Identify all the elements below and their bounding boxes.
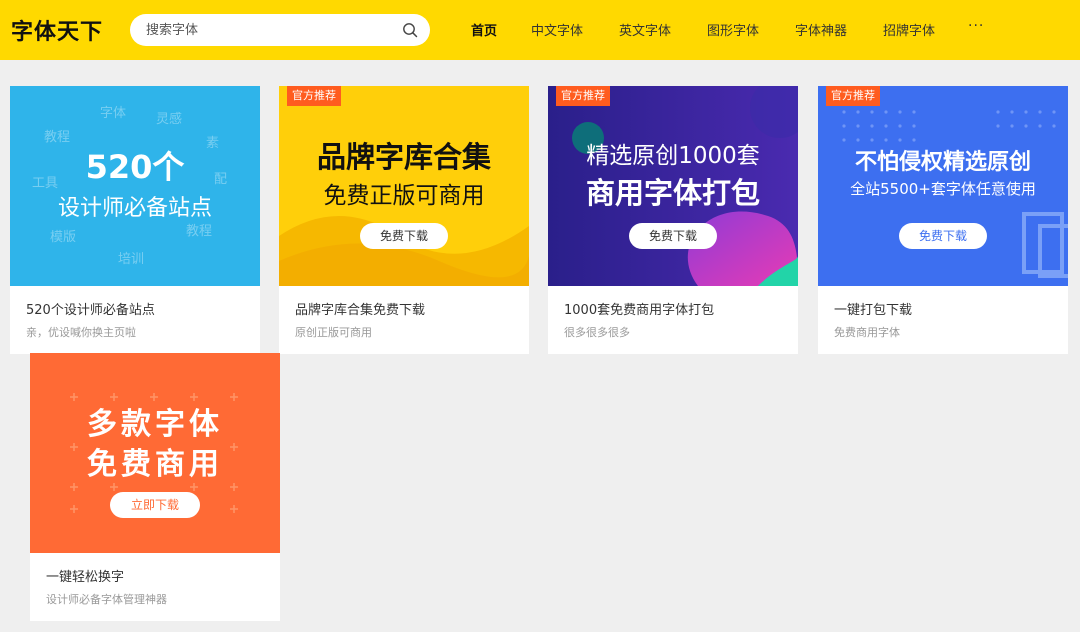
banner-headline: 多款字体 — [87, 407, 223, 442]
banner-headline: 精选原创1000套 — [586, 143, 760, 169]
top-header: 字体天下 首页 中文字体 英文字体 图形字体 字体神器 招牌字体 ··· — [0, 0, 1080, 60]
banner-subline: 免费商用 — [87, 447, 223, 482]
card-commercial-pack[interactable]: 官方推荐 精选原创1000套 商用字体打包 免费下载 1000套免费商用字体打包… — [548, 86, 798, 354]
recommend-badge: 官方推荐 — [556, 86, 610, 106]
nav-item-home[interactable]: 首页 — [471, 20, 497, 39]
card-subtitle: 免费商用字体 — [834, 326, 900, 339]
banner-word: 教程 — [186, 224, 213, 239]
card-title[interactable]: 一键打包下载 — [834, 299, 912, 318]
card-title[interactable]: 一键轻松换字 — [46, 566, 124, 585]
card-title[interactable]: 520个设计师必备站点 — [26, 299, 155, 318]
card-design-sites[interactable]: 字体 灵感 教程 素 工具 配 模版 教程 培训 520个 设计师必备站点 52… — [10, 86, 260, 354]
search-icon[interactable] — [402, 22, 418, 38]
free-download-button[interactable]: 免费下载 — [360, 223, 448, 249]
card-banner: 官方推荐 不怕侵权精选原创 全站5500+套字体任意使用 免费下载 — [818, 86, 1068, 286]
banner-word: 字体 — [100, 106, 127, 121]
card-subtitle: 原创正版可商用 — [295, 326, 372, 339]
recommend-badge: 官方推荐 — [826, 86, 880, 106]
banner-word: 灵感 — [156, 112, 183, 127]
card-banner: 多款字体 免费商用 立即下载 — [30, 353, 280, 553]
banner-subline: 全站5500+套字体任意使用 — [850, 180, 1036, 198]
nav-item-english-fonts[interactable]: 英文字体 — [619, 20, 671, 39]
banner-subline: 商用字体打包 — [585, 176, 760, 210]
more-icon[interactable]: ··· — [968, 18, 984, 34]
site-logo[interactable]: 字体天下 — [11, 14, 103, 46]
nav-item-signboard-fonts[interactable]: 招牌字体 — [883, 20, 935, 39]
card-banner: 官方推荐 品牌字库合集 免费正版可商用 免费下载 — [279, 86, 529, 286]
recommend-badge: 官方推荐 — [287, 86, 341, 106]
search-box[interactable] — [130, 14, 430, 46]
card-one-click-download[interactable]: 官方推荐 不怕侵权精选原创 全站5500+套字体任意使用 免费下载 一键打包下载… — [818, 86, 1068, 354]
card-brand-fonts[interactable]: 官方推荐 品牌字库合集 免费正版可商用 免费下载 品牌字库合集免费下载 原创正版… — [279, 86, 529, 354]
free-download-button[interactable]: 免费下载 — [899, 223, 987, 249]
card-subtitle: 亲，优设喊你换主页啦 — [26, 326, 136, 339]
free-download-button[interactable]: 免费下载 — [629, 223, 717, 249]
card-banner: 官方推荐 精选原创1000套 商用字体打包 免费下载 — [548, 86, 798, 286]
card-title[interactable]: 品牌字库合集免费下载 — [295, 299, 425, 318]
nav-item-font-tools[interactable]: 字体神器 — [795, 20, 847, 39]
card-font-manager[interactable]: 多款字体 免费商用 立即下载 一键轻松换字 设计师必备字体管理神器 — [30, 353, 280, 621]
card-banner: 字体 灵感 教程 素 工具 配 模版 教程 培训 520个 设计师必备站点 — [10, 86, 260, 286]
card-subtitle: 很多很多很多 — [564, 326, 630, 339]
banner-subline: 设计师必备站点 — [57, 196, 212, 221]
download-now-button[interactable]: 立即下载 — [110, 492, 200, 518]
banner-headline: 不怕侵权精选原创 — [854, 150, 1031, 175]
banner-headline: 520个 — [85, 148, 185, 186]
banner-word: 培训 — [118, 252, 145, 267]
search-input[interactable] — [146, 14, 386, 46]
banner-subline: 免费正版可商用 — [323, 183, 485, 209]
nav-item-chinese-fonts[interactable]: 中文字体 — [531, 20, 583, 39]
card-title[interactable]: 1000套免费商用字体打包 — [564, 299, 714, 318]
card-subtitle: 设计师必备字体管理神器 — [46, 593, 167, 606]
banner-headline: 品牌字库合集 — [316, 140, 491, 174]
nav-item-graphic-fonts[interactable]: 图形字体 — [707, 20, 759, 39]
banner-word: 模版 — [50, 230, 77, 245]
